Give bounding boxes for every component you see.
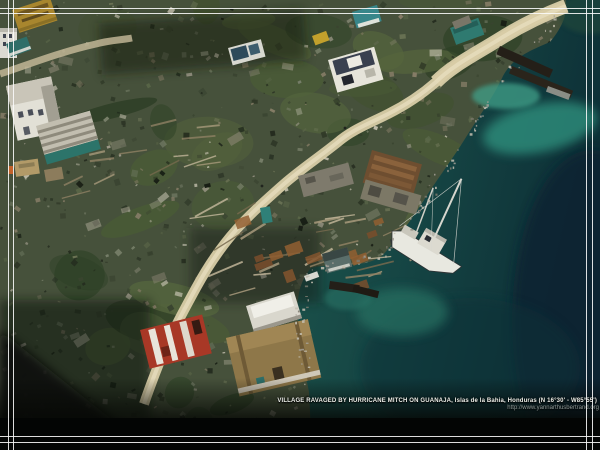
aerial-photo-scene [0, 0, 600, 450]
hurricane-aerial-photo: VILLAGE RAVAGED BY HURRICANE MITCH ON GU… [0, 0, 600, 450]
building [8, 166, 13, 174]
